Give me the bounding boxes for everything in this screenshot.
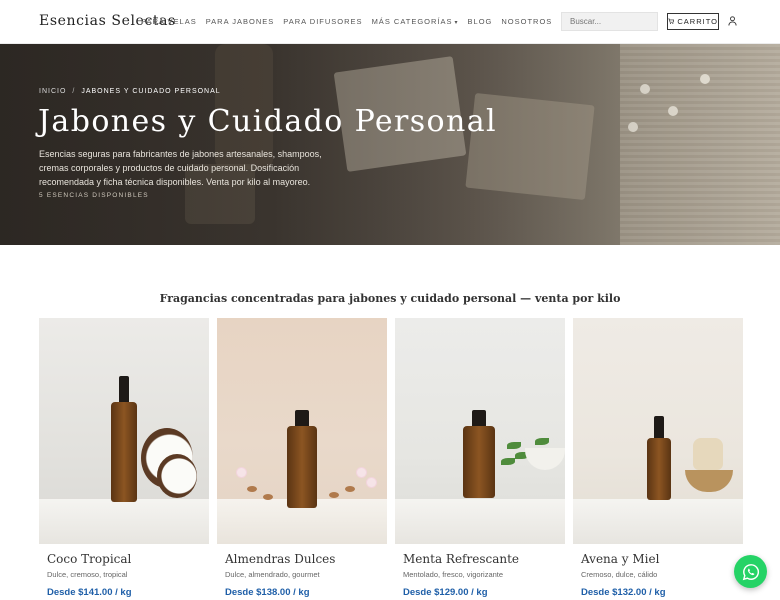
search-input[interactable] xyxy=(561,12,658,31)
cart-button[interactable]: CARRITO xyxy=(667,13,719,30)
product-price: Desde $138.00 / kg xyxy=(225,587,310,598)
user-icon[interactable] xyxy=(728,16,737,26)
essence-count: 5 ESENCIAS DISPONIBLES xyxy=(39,192,149,199)
nav-para-velas[interactable]: PARA VELAS xyxy=(141,17,197,26)
product-price: Desde $141.00 / kg xyxy=(47,587,132,598)
nav-mas-categorias[interactable]: MÁS CATEGORÍAS ▾ xyxy=(372,17,459,26)
site-header: Esencias Selectas PARA VELAS PARA JABONE… xyxy=(0,0,780,44)
product-name[interactable]: Coco Tropical xyxy=(47,552,131,566)
product-price: Desde $129.00 / kg xyxy=(403,587,488,598)
nav-blog[interactable]: BLOG xyxy=(468,17,493,26)
section-title: Fragancias concentradas para jabones y c… xyxy=(159,292,621,305)
nav-mas-categorias-label: MÁS CATEGORÍAS xyxy=(371,17,453,26)
product-name[interactable]: Menta Refrescante xyxy=(403,552,519,566)
breadcrumb: INICIO / JABONES Y CUIDADO PERSONAL xyxy=(39,88,221,95)
product-notes: Dulce, cremoso, tropical xyxy=(47,570,128,579)
product-card[interactable]: Coco Tropical Dulce, cremoso, tropical D… xyxy=(39,318,209,600)
nav-para-jabones[interactable]: PARA JABONES xyxy=(206,17,275,26)
product-card[interactable]: Almendras Dulces Dulce, almendrado, gour… xyxy=(217,318,387,600)
breadcrumb-current: JABONES Y CUIDADO PERSONAL xyxy=(81,88,221,95)
cart-icon xyxy=(668,18,675,25)
hero-banner xyxy=(0,44,780,245)
product-name[interactable]: Almendras Dulces xyxy=(225,552,335,566)
chevron-down-icon: ▾ xyxy=(454,20,459,26)
product-card[interactable]: Avena y Miel Cremoso, dulce, cálido Desd… xyxy=(573,318,743,600)
page-title: Jabones y Cuidado Personal xyxy=(38,104,498,139)
product-image[interactable] xyxy=(39,318,209,544)
product-image[interactable] xyxy=(217,318,387,544)
product-notes: Cremoso, dulce, cálido xyxy=(581,570,658,579)
product-notes: Mentolado, fresco, vigorizante xyxy=(403,570,504,579)
whatsapp-button[interactable] xyxy=(734,555,767,588)
hero-description: Esencias seguras para fabricantes de jab… xyxy=(39,149,322,187)
product-image[interactable] xyxy=(395,318,565,544)
breadcrumb-home[interactable]: INICIO xyxy=(39,88,66,95)
main-nav: PARA VELAS PARA JABONES PARA DIFUSORES M… xyxy=(141,17,561,26)
product-notes: Dulce, almendrado, gourmet xyxy=(225,570,320,579)
whatsapp-icon xyxy=(742,563,759,580)
nav-para-difusores[interactable]: PARA DIFUSORES xyxy=(283,17,362,26)
product-image[interactable] xyxy=(573,318,743,544)
product-price: Desde $132.00 / kg xyxy=(581,587,666,598)
nav-nosotros[interactable]: NOSOTROS xyxy=(501,17,552,26)
cart-label: CARRITO xyxy=(677,17,718,26)
product-grid: Coco Tropical Dulce, cremoso, tropical D… xyxy=(39,318,743,600)
product-name[interactable]: Avena y Miel xyxy=(581,552,659,566)
product-card[interactable]: Menta Refrescante Mentolado, fresco, vig… xyxy=(395,318,565,600)
breadcrumb-separator: / xyxy=(72,88,76,95)
